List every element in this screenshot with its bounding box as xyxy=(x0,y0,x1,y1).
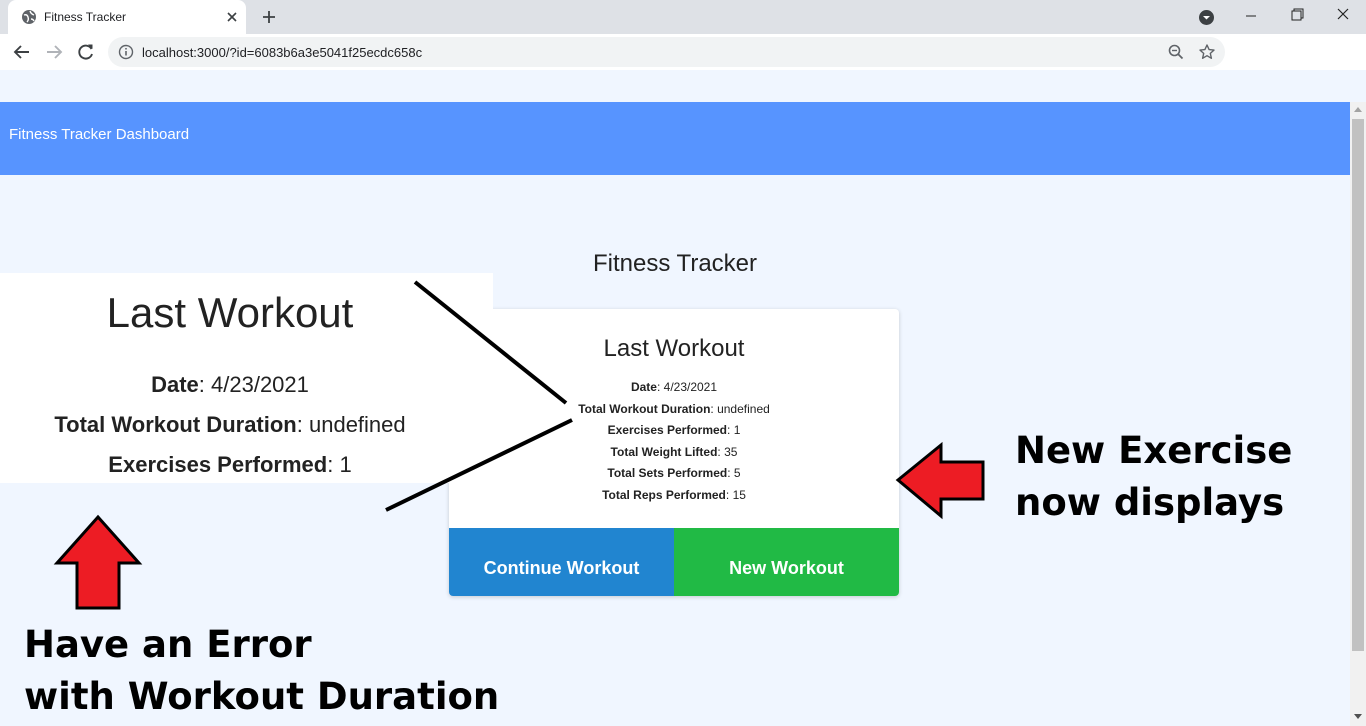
zoomed-stat-duration: Total Workout Duration: undefined xyxy=(54,412,406,437)
restore-icon[interactable] xyxy=(1274,0,1320,32)
close-window-icon[interactable] xyxy=(1320,0,1366,32)
zoom-out-icon[interactable] xyxy=(1167,43,1185,61)
stat-value: 15 xyxy=(732,487,746,502)
zoomed-stat-label: Date xyxy=(151,372,199,397)
bookmark-star-icon[interactable] xyxy=(1198,43,1216,61)
stat-duration: Total Workout Duration: undefined xyxy=(578,401,770,416)
scroll-up-icon[interactable] xyxy=(1354,106,1362,112)
page-scrollbar[interactable] xyxy=(1350,102,1366,726)
navbar: Fitness Tracker Dashboard xyxy=(0,102,1350,175)
browser-tab[interactable]: Fitness Tracker xyxy=(8,0,246,34)
browser-tabstrip: Fitness Tracker xyxy=(0,0,1366,34)
error-note: Have an Error with Workout Duration xyxy=(24,619,499,723)
zoomed-stat-value: 1 xyxy=(339,452,352,477)
zoomed-stat-exercises: Exercises Performed: 1 xyxy=(108,452,352,477)
stat-reps: Total Reps Performed: 15 xyxy=(602,487,746,502)
zoomed-callout: Last Workout Date: 4/23/2021 Total Worko… xyxy=(0,273,493,483)
stat-date: Date: 4/23/2021 xyxy=(630,380,718,394)
last-workout-card: Last Workout Date: 4/23/2021 Total Worko… xyxy=(449,309,899,596)
reload-icon[interactable] xyxy=(75,41,97,63)
stat-label: Total Sets Performed xyxy=(607,466,728,481)
stat-label: Total Workout Duration xyxy=(578,401,711,416)
stat-value: 1 xyxy=(733,423,741,438)
new-workout-button[interactable]: New Workout xyxy=(674,528,899,596)
zoomed-stat-label: Total Workout Duration xyxy=(54,412,297,437)
zoomed-stat-date: Date: 4/23/2021 xyxy=(151,372,309,397)
continue-workout-button[interactable]: Continue Workout xyxy=(449,528,674,596)
globe-icon xyxy=(22,10,36,24)
new-exercise-note-line: now displays xyxy=(1015,481,1285,524)
stat-exercises: Exercises Performed: 1 xyxy=(607,423,741,438)
close-tab-icon[interactable] xyxy=(224,9,240,25)
tab-title: Fitness Tracker xyxy=(44,10,127,24)
info-icon[interactable] xyxy=(118,44,134,60)
stat-value: undefined xyxy=(717,401,770,416)
browser-toolbar: localhost:3000/?id=6083b6a3e5041f25ecdc6… xyxy=(0,34,1366,70)
stat-value: 5 xyxy=(733,466,741,481)
stat-label: Exercises Performed xyxy=(607,423,728,438)
scroll-down-icon[interactable] xyxy=(1354,714,1362,720)
zoomed-stat-value: undefined xyxy=(308,412,406,437)
workout-stats: Date: 4/23/2021 Total Workout Duration: … xyxy=(449,377,899,507)
new-exercise-note-line: New Exercise xyxy=(1015,429,1293,472)
forward-arrow-icon[interactable] xyxy=(43,41,65,63)
zoomed-stat-label: Exercises Performed xyxy=(108,452,328,477)
stat-label: Total Reps Performed xyxy=(602,487,726,502)
navbar-brand[interactable]: Fitness Tracker Dashboard xyxy=(9,126,189,143)
error-note-line: Have an Error xyxy=(24,623,312,666)
zoomed-stats: Date: 4/23/2021 Total Workout Duration: … xyxy=(0,365,460,485)
back-arrow-icon[interactable] xyxy=(11,41,33,63)
card-title: Last Workout xyxy=(603,335,745,362)
new-exercise-note: New Exercise now displays xyxy=(1015,425,1292,529)
stat-weight: Total Weight Lifted: 35 xyxy=(610,444,738,459)
stat-value: 4/23/2021 xyxy=(663,380,718,394)
address-bar[interactable]: localhost:3000/?id=6083b6a3e5041f25ecdc6… xyxy=(108,37,1225,67)
zoomed-stat-value: 4/23/2021 xyxy=(211,372,309,397)
stat-sets: Total Sets Performed: 5 xyxy=(607,466,741,481)
minimize-icon[interactable] xyxy=(1228,0,1274,32)
url-text[interactable]: localhost:3000/?id=6083b6a3e5041f25ecdc6… xyxy=(142,45,422,60)
zoomed-title: Last Workout xyxy=(106,289,354,336)
error-note-line: with Workout Duration xyxy=(24,675,500,718)
stat-label: Date xyxy=(630,380,657,394)
stat-label: Total Weight Lifted xyxy=(610,444,718,459)
new-tab-icon[interactable] xyxy=(260,8,278,26)
scroll-thumb[interactable] xyxy=(1352,119,1364,651)
chevron-down-icon[interactable] xyxy=(1198,9,1215,26)
stat-value: 35 xyxy=(724,444,738,459)
